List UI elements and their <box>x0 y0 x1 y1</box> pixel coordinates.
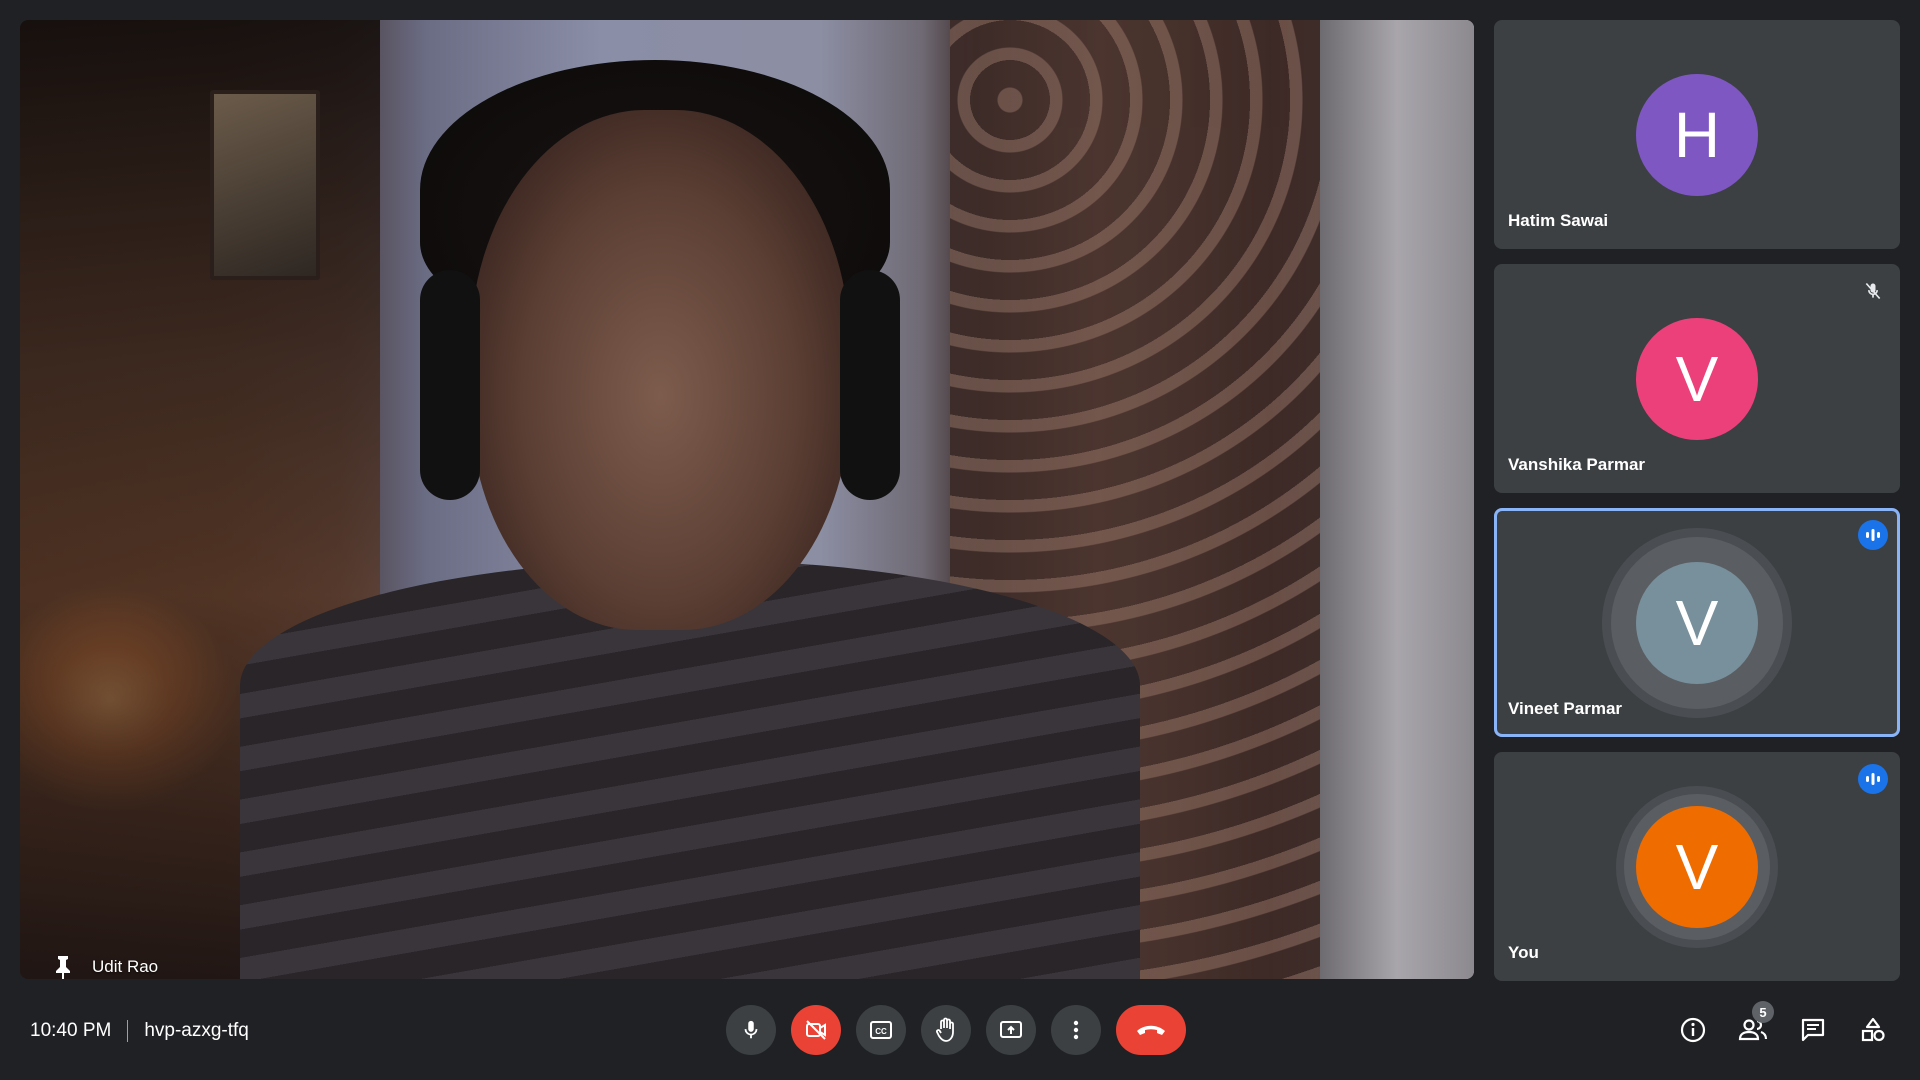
people-button[interactable]: 5 <box>1730 1001 1776 1055</box>
avatar-initial: H <box>1673 98 1721 171</box>
meeting-info-button[interactable] <box>1670 1005 1716 1055</box>
speaking-indicator-icon <box>1858 520 1888 550</box>
raise-hand-icon <box>936 1017 954 1042</box>
meeting-code[interactable]: hvp-azxg-tfq <box>144 1020 249 1042</box>
video-background-picture-frame <box>210 90 320 280</box>
main-speaker-video[interactable]: Udit Rao <box>20 20 1474 979</box>
chat-button[interactable] <box>1790 1005 1836 1055</box>
participant-name: You <box>1508 943 1539 962</box>
meeting-details: 10:40 PM hvp-azxg-tfq <box>30 1020 249 1042</box>
participant-tile-vineet-parmar[interactable]: V Vineet Parmar <box>1494 508 1900 737</box>
end-call-icon <box>1137 1025 1165 1035</box>
participant-tile-vanshika-parmar[interactable]: V Vanshika Parmar <box>1494 264 1900 493</box>
present-screen-icon <box>1000 1021 1022 1038</box>
end-call-button[interactable] <box>1116 1005 1186 1055</box>
chat-icon <box>1801 1018 1825 1042</box>
avatar-initial: V <box>1675 342 1719 415</box>
avatar: V <box>1636 317 1758 440</box>
activities-button[interactable] <box>1850 1005 1896 1055</box>
people-count-badge: 5 <box>1752 1001 1774 1023</box>
main-speaker-name: Udit Rao <box>92 957 159 976</box>
avatar-initial: V <box>1675 830 1719 903</box>
participant-tile-hatim-sawai[interactable]: H Hatim Sawai <box>1494 20 1900 249</box>
meeting-time: 10:40 PM <box>30 1020 112 1041</box>
camera-toggle-button[interactable] <box>791 1005 841 1055</box>
present-screen-button[interactable] <box>986 1005 1036 1055</box>
main-speaker-name-tag: Udit Rao <box>52 954 158 979</box>
microphone-button[interactable] <box>726 1005 776 1055</box>
info-icon <box>1680 1017 1706 1043</box>
raise-hand-button[interactable] <box>921 1005 971 1055</box>
more-options-icon <box>1073 1020 1079 1040</box>
headphone-right <box>840 270 900 500</box>
side-panel-buttons: 5 <box>1670 1001 1896 1055</box>
participant-name: Vanshika Parmar <box>1508 455 1646 474</box>
headphone-left <box>420 270 480 500</box>
camera-off-icon <box>806 1020 826 1040</box>
video-background-sheer-curtain <box>1320 20 1474 979</box>
speaking-indicator-icon <box>1858 764 1888 794</box>
more-options-button[interactable] <box>1051 1005 1101 1055</box>
pin-icon[interactable] <box>52 954 74 979</box>
participant-name: Vineet Parmar <box>1508 699 1623 718</box>
divider <box>127 1020 129 1042</box>
bottom-toolbar: 10:40 PM hvp-azxg-tfq CC 5 <box>0 980 1920 1080</box>
call-controls: CC <box>726 1005 1186 1055</box>
svg-text:CC: CC <box>875 1027 887 1036</box>
speaker-face <box>470 110 850 630</box>
closed-captions-icon: CC <box>870 1021 892 1039</box>
avatar: V <box>1636 561 1758 684</box>
captions-button[interactable]: CC <box>856 1005 906 1055</box>
avatar: H <box>1636 73 1758 196</box>
avatar-initial: V <box>1675 586 1719 659</box>
mic-muted-icon <box>1858 276 1888 306</box>
microphone-icon <box>744 1020 758 1039</box>
participant-name: Hatim Sawai <box>1508 211 1609 230</box>
participant-tile-you[interactable]: V You <box>1494 752 1900 981</box>
activities-icon <box>1861 1017 1885 1042</box>
meet-window: Udit Rao H Hatim Sawai V Vanshika Parmar… <box>0 0 1920 1080</box>
avatar: V <box>1636 805 1758 928</box>
